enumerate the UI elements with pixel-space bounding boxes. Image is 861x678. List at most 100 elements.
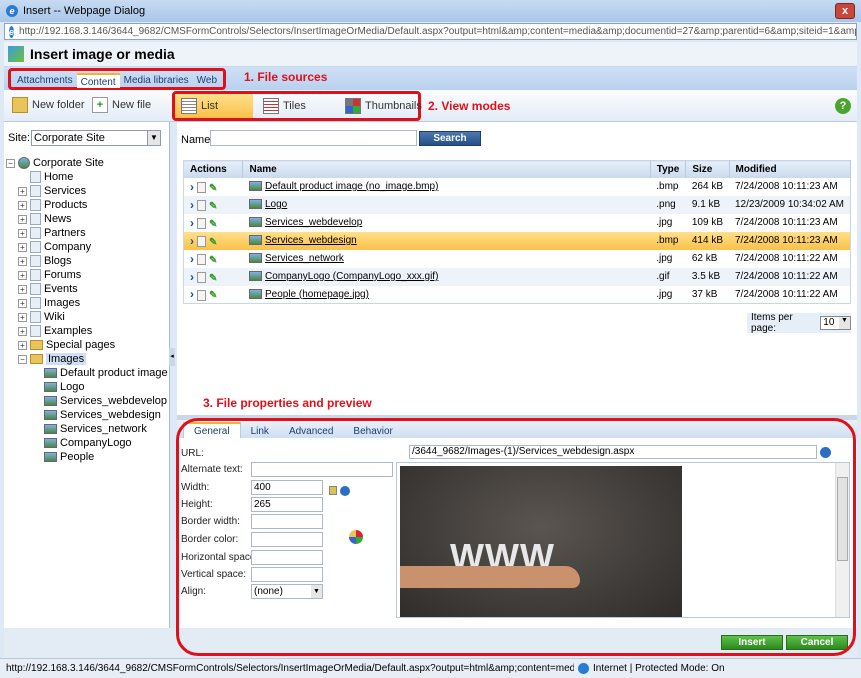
field-input[interactable] — [251, 532, 323, 547]
file-link[interactable]: CompanyLogo (CompanyLogo_xxx.gif) — [265, 271, 438, 282]
view-icon[interactable] — [197, 218, 206, 230]
expand-icon[interactable]: + — [18, 312, 27, 322]
url-field[interactable]: /3644_9682/Images-(1)/Services_webdesign… — [409, 445, 817, 459]
select-arrow-icon[interactable]: › — [190, 216, 194, 230]
file-link[interactable]: Logo — [265, 199, 287, 210]
field-input[interactable] — [251, 550, 323, 565]
column-header[interactable]: Modified — [729, 160, 851, 178]
expand-icon[interactable]: + — [18, 298, 27, 308]
tree-child[interactable]: Services_webdesign — [6, 408, 168, 422]
view-thumbnails-button[interactable]: Thumbnails — [345, 98, 422, 114]
file-link[interactable]: Default product image (no_image.bmp) — [265, 181, 438, 192]
tree-item[interactable]: Home — [6, 170, 168, 184]
select-arrow-icon[interactable]: › — [190, 287, 194, 301]
view-icon[interactable] — [197, 290, 206, 302]
help-icon[interactable]: ? — [835, 98, 851, 114]
edit-icon[interactable]: ✎ — [209, 219, 217, 230]
file-link[interactable]: Services_webdesign — [265, 235, 357, 246]
field-input[interactable] — [251, 567, 323, 582]
tree-item[interactable]: + Wiki — [6, 310, 168, 324]
items-per-page-select[interactable]: 10 ▼ — [820, 316, 851, 330]
scrollbar-thumb[interactable] — [837, 477, 848, 561]
search-button[interactable]: Search — [419, 131, 481, 146]
edit-icon[interactable]: ✎ — [209, 237, 217, 248]
tab-media-libraries[interactable]: Media libraries — [120, 73, 193, 88]
expand-icon[interactable]: + — [18, 284, 27, 294]
new-folder-button[interactable]: New folder — [12, 97, 85, 113]
tree-item[interactable]: + Forums — [6, 268, 168, 282]
edit-icon[interactable]: ✎ — [209, 183, 217, 194]
column-header[interactable]: Type — [650, 160, 687, 178]
table-row[interactable]: › ✎ Default product image (no_image.bmp) .b… — [184, 178, 851, 196]
site-select[interactable]: Corporate Site ▼ — [31, 130, 161, 146]
expand-icon[interactable]: + — [18, 186, 27, 196]
tree-item[interactable]: + Services — [6, 184, 168, 198]
edit-icon[interactable]: ✎ — [209, 290, 217, 301]
select-arrow-icon[interactable]: › — [190, 180, 194, 194]
edit-icon[interactable]: ✎ — [209, 273, 217, 284]
reset-size-icon[interactable] — [340, 486, 350, 496]
column-header[interactable]: Actions — [183, 160, 244, 178]
tab-attachments[interactable]: Attachments — [13, 73, 77, 88]
tab-advanced[interactable]: Advanced — [279, 424, 343, 440]
tree-item[interactable]: + Images — [6, 296, 168, 310]
column-header[interactable]: Name — [242, 160, 651, 178]
select-arrow-icon[interactable]: › — [190, 252, 194, 266]
table-row[interactable]: › ✎ Services_network .jpg 62 kB 7/24/2008 10:… — [184, 250, 851, 268]
tree-item[interactable]: + Partners — [6, 226, 168, 240]
field-input[interactable]: 400 — [251, 480, 323, 495]
tree-item[interactable]: + News — [6, 212, 168, 226]
field-input[interactable]: 265 — [251, 497, 323, 512]
url-settings-icon[interactable] — [820, 447, 831, 458]
select-arrow-icon[interactable]: › — [190, 270, 194, 284]
collapse-icon[interactable]: − — [6, 158, 15, 168]
tree-item[interactable]: + Examples — [6, 324, 168, 338]
lock-icon[interactable] — [329, 486, 337, 495]
view-icon[interactable] — [197, 236, 206, 248]
tree-child[interactable]: People — [6, 450, 168, 464]
expand-icon[interactable]: + — [18, 200, 27, 210]
tree-item-selected[interactable]: − Images — [6, 352, 168, 366]
new-file-button[interactable]: + New file — [92, 97, 151, 113]
expand-icon[interactable]: + — [18, 270, 27, 280]
collapse-icon[interactable]: − — [18, 354, 27, 364]
insert-button[interactable]: Insert — [721, 635, 783, 650]
tree-item[interactable]: + Company — [6, 240, 168, 254]
color-picker-icon[interactable] — [349, 530, 363, 544]
collapse-panel-handle[interactable]: ◂ — [169, 348, 175, 366]
preview-scrollbar[interactable] — [835, 463, 849, 617]
table-row[interactable]: › ✎ Services_webdesign .bmp 414 kB 7/24/2008 … — [183, 231, 851, 250]
table-row[interactable]: › ✎ People (homepage.jpg) .jpg 37 kB 7/24/200… — [184, 286, 851, 304]
tab-general[interactable]: General — [183, 422, 241, 438]
field-input[interactable] — [251, 514, 323, 529]
expand-icon[interactable]: + — [18, 340, 27, 350]
tab-link[interactable]: Link — [241, 424, 279, 440]
tree-child[interactable]: Services_webdevelop — [6, 394, 168, 408]
tree-child[interactable]: CompanyLogo — [6, 436, 168, 450]
tab-behavior[interactable]: Behavior — [343, 424, 402, 440]
view-list-button[interactable]: List — [175, 94, 253, 118]
view-icon[interactable] — [197, 272, 206, 284]
view-icon[interactable] — [197, 182, 206, 194]
alternate-text-field[interactable] — [251, 462, 393, 477]
view-icon[interactable] — [197, 254, 206, 266]
expand-icon[interactable]: + — [18, 242, 27, 252]
view-tiles-button[interactable]: Tiles — [263, 98, 306, 114]
tree-child[interactable]: Default product image — [6, 366, 168, 380]
edit-icon[interactable]: ✎ — [209, 201, 217, 212]
align-select[interactable]: (none) ▼ — [251, 584, 323, 599]
tree-child[interactable]: Services_network — [6, 422, 168, 436]
table-row[interactable]: › ✎ Logo .png 9.1 kB 12/23/2009 10:34:02 AM — [183, 195, 851, 214]
table-row[interactable]: › ✎ Services_webdevelop .jpg 109 kB 7/24/2008… — [184, 214, 851, 232]
file-link[interactable]: Services_webdevelop — [265, 217, 362, 228]
close-button[interactable]: x — [835, 3, 855, 19]
view-icon[interactable] — [197, 200, 206, 212]
tree-item[interactable]: + Events — [6, 282, 168, 296]
column-header[interactable]: Size — [685, 160, 730, 178]
select-arrow-icon[interactable]: › — [190, 234, 194, 248]
tab-web[interactable]: Web — [193, 73, 221, 88]
tree-item[interactable]: + Products — [6, 198, 168, 212]
expand-icon[interactable]: + — [18, 228, 27, 238]
file-link[interactable]: Services_network — [265, 253, 344, 264]
tree-item[interactable]: + Blogs — [6, 254, 168, 268]
